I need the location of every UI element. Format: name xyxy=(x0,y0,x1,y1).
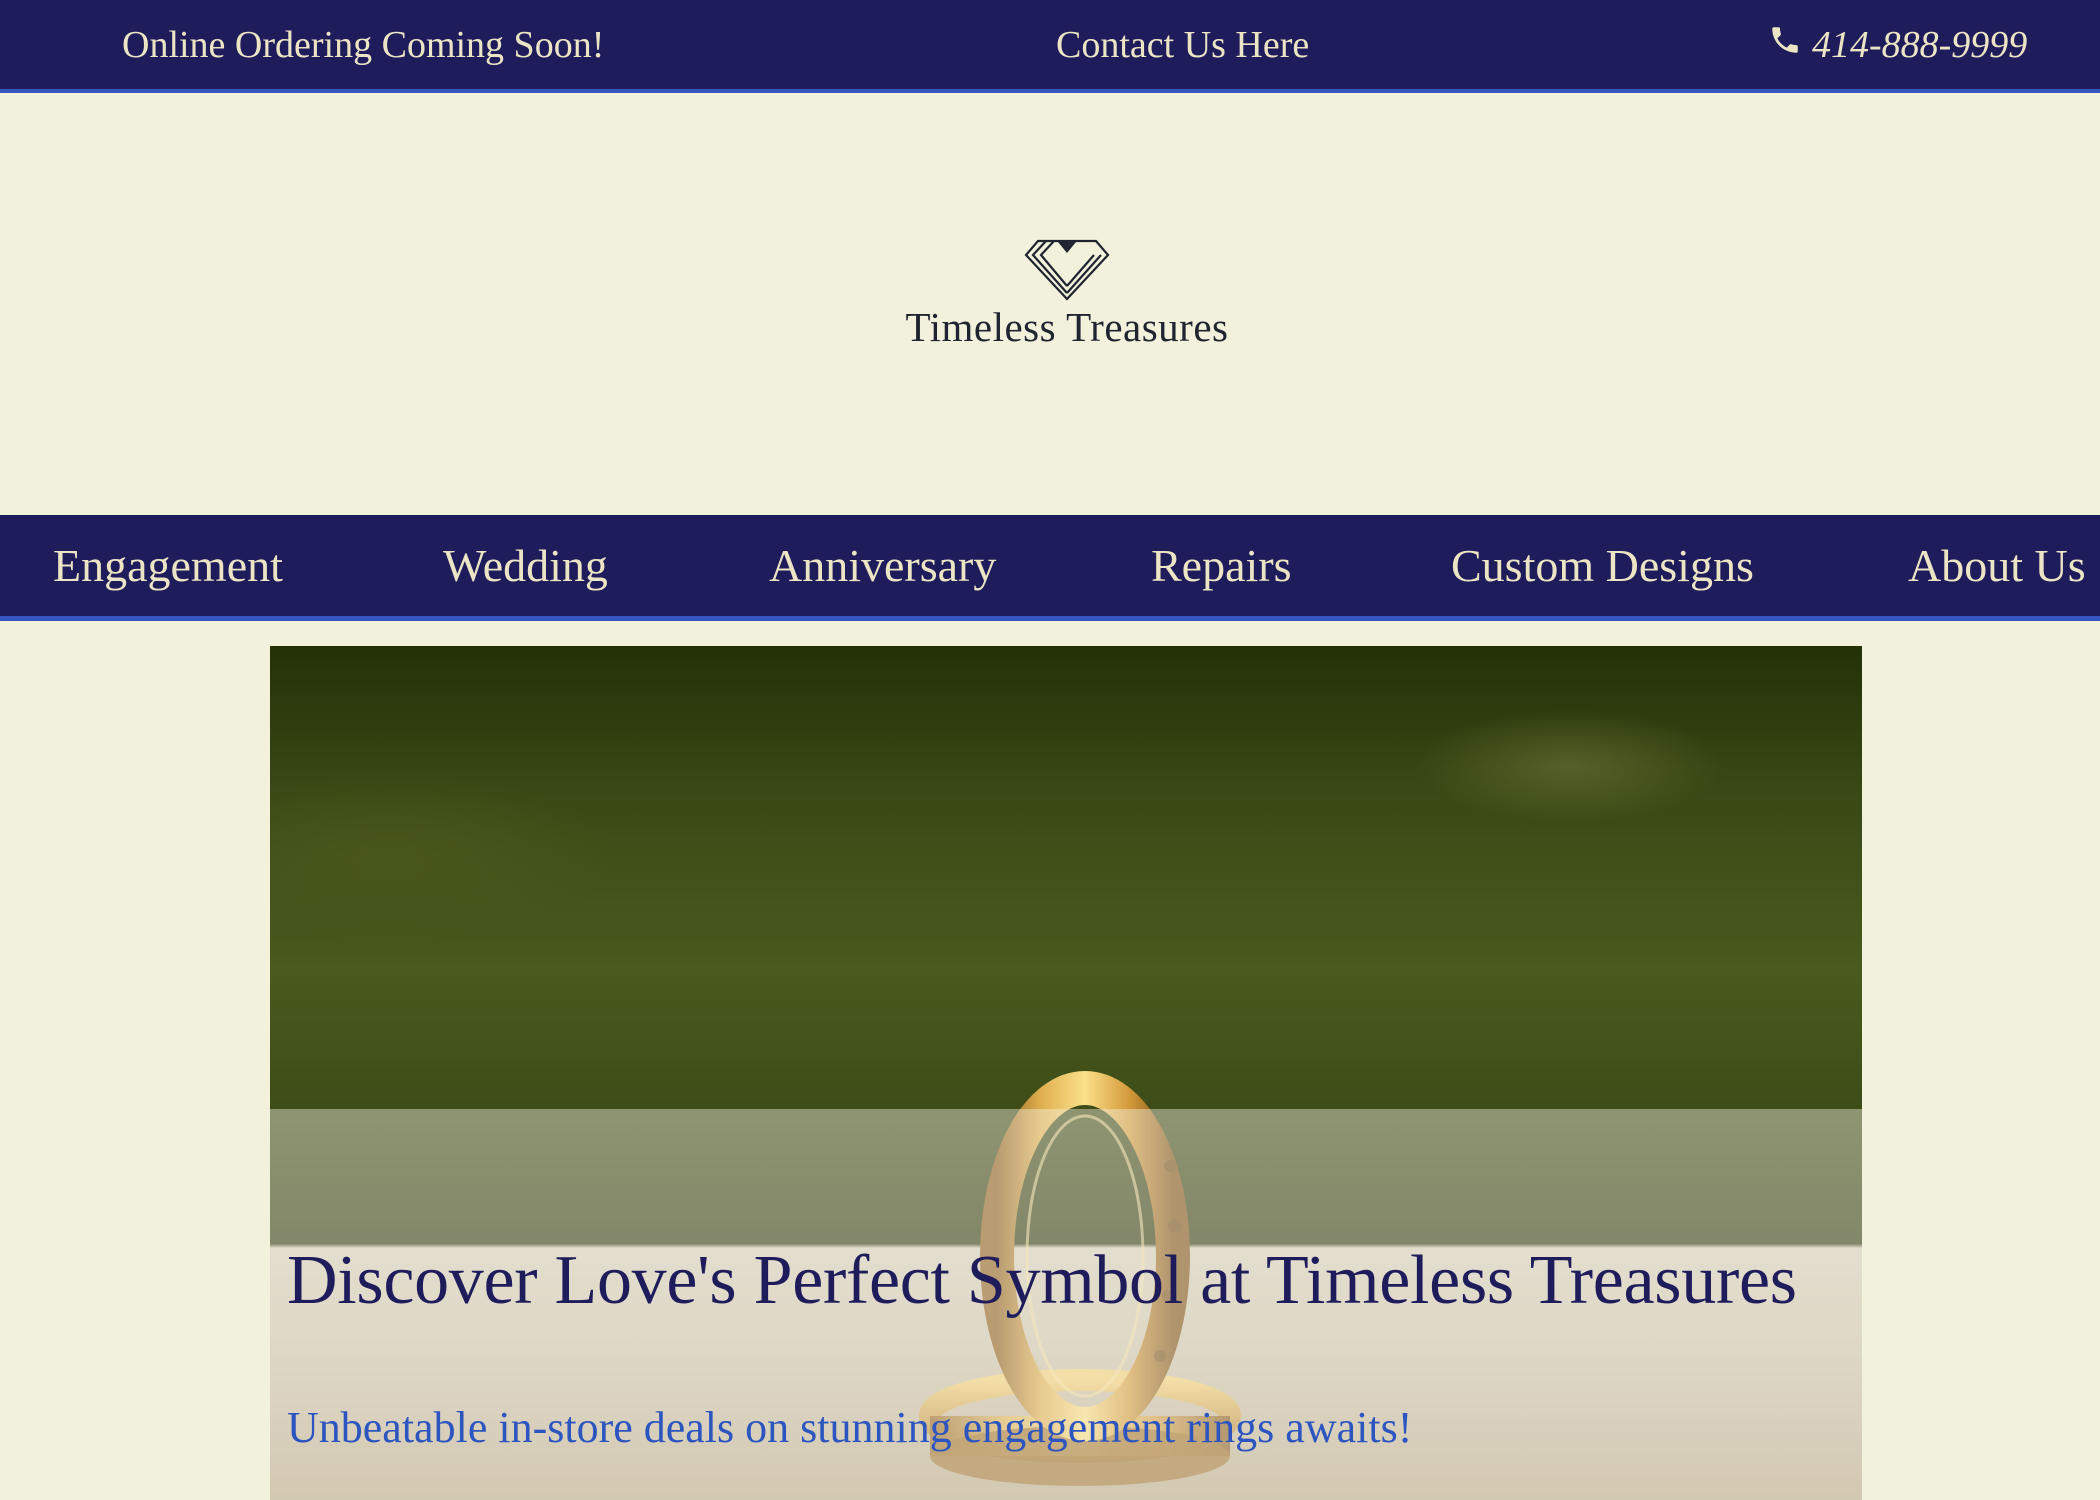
brand-name: Timeless Treasures xyxy=(905,304,1229,350)
hero-banner: Discover Love's Perfect Symbol at Timele… xyxy=(270,646,1862,1500)
contact-us-link[interactable]: Contact Us Here xyxy=(1056,0,1309,89)
hero-title: Discover Love's Perfect Symbol at Timele… xyxy=(287,1242,1797,1319)
online-ordering-notice: Online Ordering Coming Soon! xyxy=(122,23,605,66)
brand-logo-link[interactable]: Timeless Treasures xyxy=(0,93,2100,515)
phone-link[interactable]: 414-888-9999 xyxy=(1768,0,2027,89)
phone-icon xyxy=(1768,22,1812,68)
site-header: Timeless Treasures xyxy=(0,93,2100,515)
hero-subtitle: Unbeatable in-store deals on stunning en… xyxy=(287,1403,1413,1452)
nav-item-about-us[interactable]: About Us xyxy=(1908,515,2086,616)
nav-item-engagement[interactable]: Engagement xyxy=(53,515,283,616)
nav-item-wedding[interactable]: Wedding xyxy=(443,515,608,616)
nav-item-custom-designs[interactable]: Custom Designs xyxy=(1451,515,1754,616)
nav-item-repairs[interactable]: Repairs xyxy=(1151,515,1292,616)
top-bar: Online Ordering Coming Soon! Contact Us … xyxy=(0,0,2100,93)
phone-number: 414-888-9999 xyxy=(1812,23,2028,66)
nav-item-anniversary[interactable]: Anniversary xyxy=(769,515,996,616)
diamond-logo-icon xyxy=(1024,238,1110,307)
main-nav: Engagement Wedding Anniversary Repairs C… xyxy=(0,515,2100,621)
